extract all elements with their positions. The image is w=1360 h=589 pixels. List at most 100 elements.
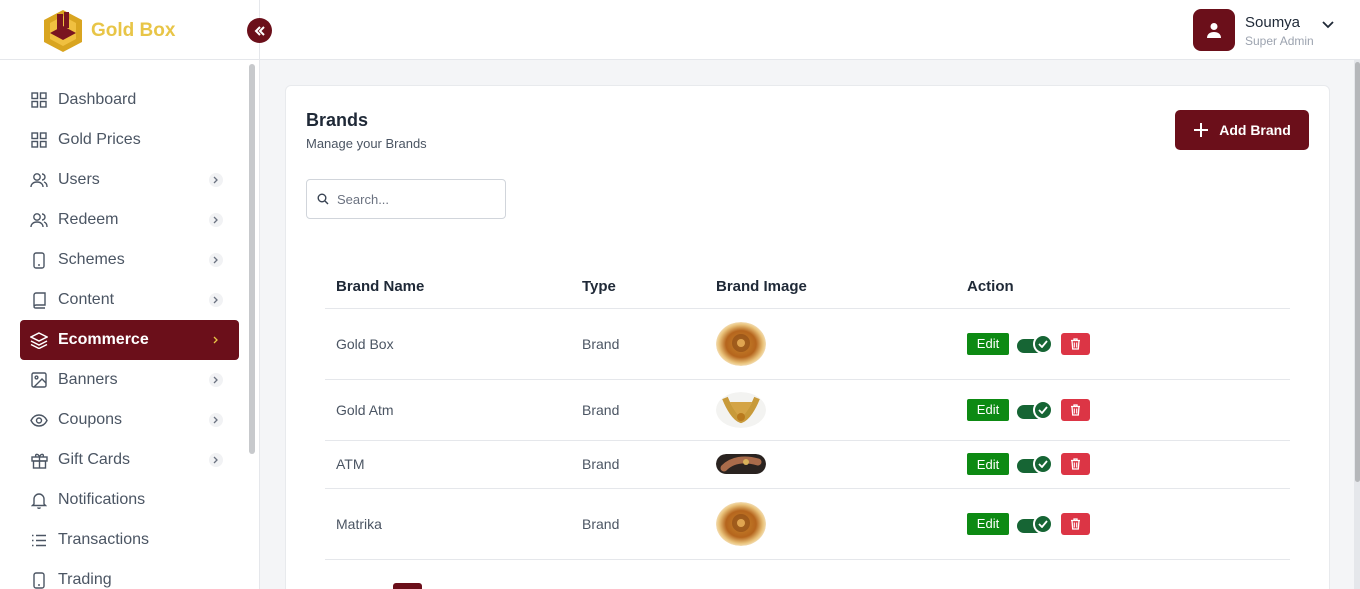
sidebar-item-content[interactable]: Content xyxy=(20,280,239,320)
page-scrollbar-thumb[interactable] xyxy=(1355,62,1360,482)
page-subtitle: Manage your Brands xyxy=(306,136,427,151)
sidebar-item-gold-prices[interactable]: Gold Prices xyxy=(20,120,239,160)
sidebar-item-label: Gold Prices xyxy=(58,131,141,148)
users-icon xyxy=(30,171,48,189)
chevron-right-icon xyxy=(209,173,223,187)
book-icon xyxy=(30,291,48,309)
column-header[interactable]: Type xyxy=(571,266,705,309)
brand-name-cell: Matrika xyxy=(325,488,571,560)
chevron-down-icon[interactable] xyxy=(1322,16,1334,34)
chevron-right-icon xyxy=(209,333,223,347)
sidebar-item-notifications[interactable]: Notifications xyxy=(20,480,239,520)
search-box[interactable] xyxy=(306,179,506,219)
row-actions: Edit xyxy=(967,453,1290,475)
table-row: Gold Atm Brand Edit xyxy=(325,379,1290,441)
check-icon xyxy=(1038,460,1048,468)
add-brand-button[interactable]: Add Brand xyxy=(1175,110,1309,150)
add-brand-label: Add Brand xyxy=(1219,122,1291,138)
column-header[interactable]: Brand Name xyxy=(325,266,571,309)
sidebar-item-schemes[interactable]: Schemes xyxy=(20,240,239,280)
sidebar-item-label: Gift Cards xyxy=(58,451,131,468)
brand-type-cell: Brand xyxy=(571,488,705,560)
brand-type-cell: Brand xyxy=(571,440,705,489)
sidebar-item-dashboard[interactable]: Dashboard xyxy=(20,80,239,120)
brand-image xyxy=(716,391,766,428)
gift-icon xyxy=(30,451,48,469)
status-toggle[interactable] xyxy=(1017,399,1053,420)
column-header[interactable]: Brand Image xyxy=(705,266,956,309)
grid-icon xyxy=(30,131,48,149)
sidebar-item-gift-cards[interactable]: Gift Cards xyxy=(20,440,239,480)
brand-image xyxy=(716,501,766,546)
edit-button[interactable]: Edit xyxy=(967,332,1009,355)
bell-icon xyxy=(30,491,48,509)
check-icon xyxy=(1038,405,1048,414)
status-toggle[interactable] xyxy=(1017,333,1053,354)
plus-icon xyxy=(1194,123,1209,137)
sidebar-item-label: Transactions xyxy=(58,531,149,548)
sidebar-item-label: Trading xyxy=(58,571,112,588)
chevron-right-icon xyxy=(209,293,223,307)
user-icon xyxy=(1207,23,1221,38)
brand-image xyxy=(716,454,766,474)
sidebar-scrollbar[interactable] xyxy=(249,64,255,454)
sidebar-item-label: Banners xyxy=(58,371,118,388)
chevron-right-icon xyxy=(209,373,223,387)
brand-name: Gold Box xyxy=(91,20,176,41)
delete-button[interactable] xyxy=(1061,398,1090,421)
avatar[interactable] xyxy=(1193,9,1235,51)
brands-table: Brand Name Type Brand Image Action Gold … xyxy=(325,266,1290,560)
edit-button[interactable]: Edit xyxy=(967,453,1009,475)
sidebar-item-trading[interactable]: Trading xyxy=(20,560,239,589)
grid-icon xyxy=(30,91,48,109)
brands-card: Brands Manage your Brands Add Brand Bran… xyxy=(285,85,1330,589)
delete-button[interactable] xyxy=(1061,453,1090,475)
list-icon xyxy=(30,531,48,549)
brand-name-cell: Gold Box xyxy=(325,308,571,380)
brand-image xyxy=(716,321,766,366)
edit-button[interactable]: Edit xyxy=(967,512,1009,535)
brand-name-cell: ATM xyxy=(325,440,571,489)
status-toggle[interactable] xyxy=(1017,454,1053,474)
table-row: ATM Brand Edit xyxy=(325,440,1290,489)
user-role: Super Admin xyxy=(1245,34,1314,48)
sidebar-item-redeem[interactable]: Redeem xyxy=(20,200,239,240)
gold-box-logo-icon xyxy=(44,10,82,52)
trash-icon xyxy=(1071,517,1080,530)
page-title: Brands xyxy=(306,110,369,130)
sidebar-nav: Dashboard Gold Prices Users Redeem Schem… xyxy=(20,80,239,589)
sidebar-item-label: Content xyxy=(58,291,115,308)
sidebar-item-users[interactable]: Users xyxy=(20,160,239,200)
sidebar-item-transactions[interactable]: Transactions xyxy=(20,520,239,560)
delete-button[interactable] xyxy=(1061,512,1090,535)
pagination-current-page[interactable] xyxy=(393,583,422,589)
trash-icon xyxy=(1071,458,1080,470)
table-header-row: Brand Name Type Brand Image Action xyxy=(325,266,1290,309)
sidebar-item-label: Schemes xyxy=(58,251,125,268)
double-chevron-left-icon xyxy=(254,25,265,36)
chevron-right-icon xyxy=(209,453,223,467)
table-row: Matrika Brand Edit xyxy=(325,488,1290,560)
edit-button[interactable]: Edit xyxy=(967,398,1009,421)
row-actions: Edit xyxy=(967,512,1290,535)
sidebar-item-label: Redeem xyxy=(58,211,119,228)
row-actions: Edit xyxy=(967,398,1290,421)
chevron-right-icon xyxy=(209,213,223,227)
sidebar-item-coupons[interactable]: Coupons xyxy=(20,400,239,440)
sidebar-item-banners[interactable]: Banners xyxy=(20,360,239,400)
logo-area: Gold Box xyxy=(0,0,259,60)
search-input[interactable] xyxy=(337,191,487,207)
chevron-right-icon xyxy=(209,253,223,267)
delete-button[interactable] xyxy=(1061,332,1090,355)
phone-icon xyxy=(30,571,48,589)
trash-icon xyxy=(1071,403,1080,416)
sidebar-collapse-button[interactable] xyxy=(247,18,272,43)
sidebar-item-label: Notifications xyxy=(58,491,146,508)
brand-name-cell: Gold Atm xyxy=(325,379,571,441)
user-name: Soumya xyxy=(1245,14,1301,31)
row-actions: Edit xyxy=(967,332,1290,355)
phone-icon xyxy=(30,251,48,269)
trash-icon xyxy=(1071,337,1080,350)
status-toggle[interactable] xyxy=(1017,513,1053,534)
sidebar-item-ecommerce[interactable]: Ecommerce xyxy=(20,320,239,360)
